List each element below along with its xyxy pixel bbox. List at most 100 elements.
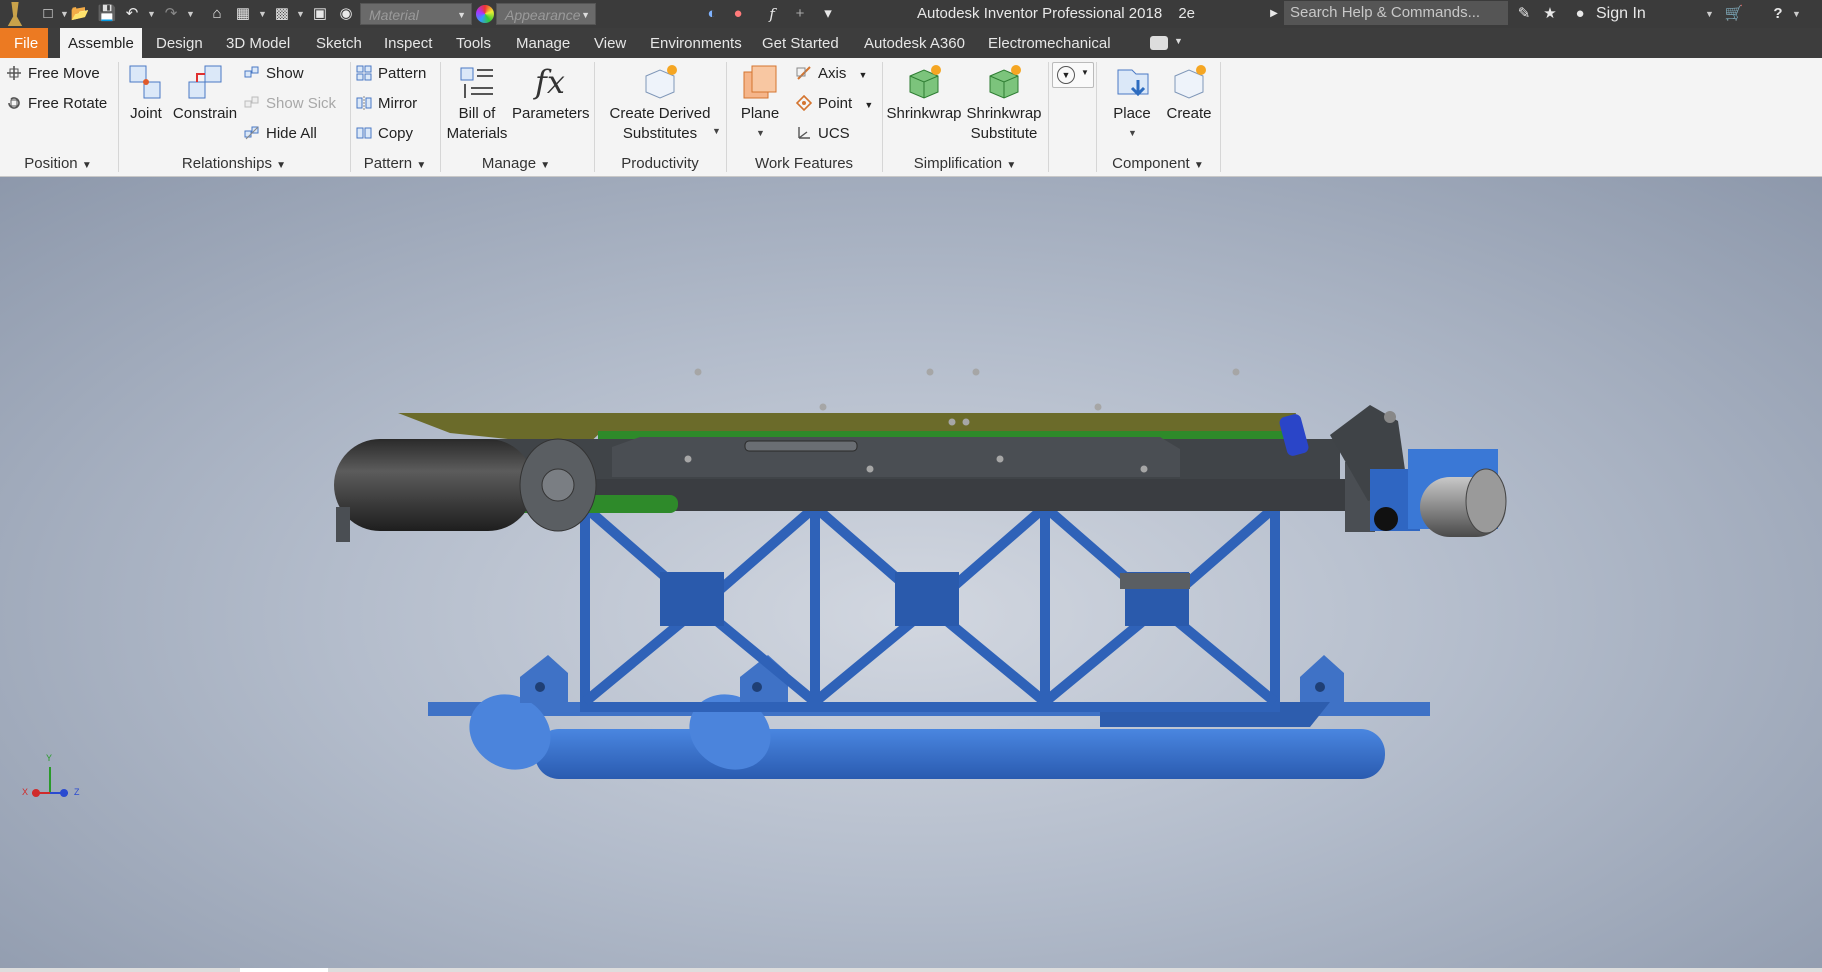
help-icon[interactable]: ? (1768, 4, 1788, 24)
user-icon[interactable]: ● (1570, 4, 1590, 24)
home-icon[interactable]: ⌂ (207, 4, 227, 24)
joint-label: Joint (130, 105, 162, 122)
joint-button[interactable]: Joint (124, 62, 168, 124)
tab-environments[interactable]: Environments (642, 28, 750, 58)
appearance-sphere-icon (476, 5, 494, 23)
panel-separator (350, 62, 351, 172)
cart-icon[interactable]: 🛒 (1724, 4, 1744, 24)
create-derived-substitutes-button[interactable]: Create Derived Substitutes (604, 62, 716, 144)
mirror-button[interactable]: Mirror (356, 92, 417, 116)
view-triad[interactable]: Y X Z (22, 753, 82, 807)
undo-icon[interactable]: ↶ (122, 4, 142, 24)
update-dropdown-icon[interactable]: ▼ (258, 4, 267, 24)
tab-inspect[interactable]: Inspect (376, 28, 440, 58)
iproperties-icon[interactable]: ▣ (310, 4, 330, 24)
plane-dropdown-icon[interactable]: ▼ (756, 128, 765, 138)
parameters-fx-icon[interactable]: f (762, 4, 782, 24)
tab-get-started[interactable]: Get Started (754, 28, 847, 58)
free-move-label: Free Move (28, 65, 100, 82)
axis-icon (796, 66, 811, 80)
sign-in-link[interactable]: Sign In (1596, 0, 1646, 28)
triad-z-label: Z (74, 787, 80, 797)
communication-center-icon[interactable]: ✎ (1514, 4, 1534, 24)
bill-of-materials-button[interactable]: Bill of Materials (442, 62, 512, 144)
panel-manage-label[interactable]: Manage ▼ (442, 154, 590, 174)
derived-dropdown-icon[interactable]: ▼ (712, 126, 721, 136)
select-icon[interactable]: ▩ (272, 4, 292, 24)
tab-electromechanical[interactable]: Electromechanical (980, 28, 1119, 58)
parameters-button[interactable]: fx Parameters (512, 62, 590, 124)
new-icon[interactable]: □ (38, 4, 58, 24)
axis-button[interactable]: Axis ▼ (796, 62, 867, 86)
material-combo[interactable]: Material ▼ (360, 3, 472, 25)
show-sick-button[interactable]: Show Sick (244, 92, 336, 116)
update-icon[interactable]: ▦ (233, 4, 253, 24)
save-icon[interactable]: 💾 (97, 4, 117, 24)
panel-component-label[interactable]: Component ▼ (1098, 154, 1218, 174)
more-tools-dropdown-icon: ▼ (1081, 68, 1089, 77)
panel-relationships-label[interactable]: Relationships ▼ (120, 154, 348, 174)
tab-tools[interactable]: Tools (448, 28, 499, 58)
tab-sketch[interactable]: Sketch (308, 28, 370, 58)
tab-view[interactable]: View (586, 28, 634, 58)
drive-roller[interactable] (334, 438, 597, 542)
customize-qat-icon[interactable]: ▾ (818, 4, 838, 24)
document-tab-indicator[interactable] (240, 968, 328, 972)
tab-assemble[interactable]: Assemble (60, 28, 142, 58)
derived-label-line1: Create Derived (609, 105, 711, 122)
open-icon[interactable]: 📂 (70, 4, 90, 24)
shrinkwrap-button[interactable]: Shrinkwrap (884, 62, 964, 124)
app-logo-icon[interactable] (7, 2, 23, 26)
create-component-button[interactable]: Create (1162, 62, 1216, 124)
axis-dropdown-icon[interactable]: ▼ (859, 70, 868, 80)
ucs-button[interactable]: UCS (796, 122, 850, 146)
measure-icon[interactable]: + (790, 4, 810, 24)
point-dropdown-icon[interactable]: ▼ (864, 100, 873, 110)
help-dropdown-icon[interactable]: ▼ (1792, 4, 1801, 24)
point-button[interactable]: Point ▼ (796, 92, 873, 116)
select-dropdown-icon[interactable]: ▼ (296, 4, 305, 24)
ribbon-display-dropdown-icon[interactable]: ▼ (1174, 36, 1183, 46)
pattern-button[interactable]: Pattern (356, 62, 426, 86)
panel-position-label[interactable]: Position ▼ (0, 154, 116, 174)
free-rotate-button[interactable]: Free Rotate (6, 92, 107, 116)
favorites-icon[interactable]: ★ (1540, 4, 1560, 24)
graphics-viewport[interactable]: Y X Z (0, 177, 1822, 972)
tab-manage[interactable]: Manage (508, 28, 578, 58)
appearance-combo[interactable]: Appearance ▼ (496, 3, 596, 25)
redo-dropdown-icon[interactable]: ▼ (186, 4, 195, 24)
new-dropdown-icon[interactable]: ▼ (60, 4, 69, 24)
adjust-appearance-icon[interactable]: ◐ (702, 4, 722, 24)
copy-button[interactable]: Copy (356, 122, 413, 146)
plane-button[interactable]: Plane (734, 62, 786, 124)
conveyor-assembly-model[interactable] (0, 177, 1822, 972)
ribbon-display-toggle-icon[interactable] (1150, 36, 1168, 50)
tab-file[interactable]: File (0, 28, 48, 58)
place-button[interactable]: Place (1106, 62, 1158, 124)
sign-in-dropdown-icon[interactable]: ▼ (1705, 4, 1714, 24)
panel-simplification-label[interactable]: Simplification ▼ (884, 154, 1046, 174)
design-doctor-icon[interactable]: ◉ (336, 4, 356, 24)
constrain-button[interactable]: Constrain (172, 62, 238, 124)
clear-appearance-icon[interactable]: ● (728, 4, 748, 24)
search-input[interactable]: Search Help & Commands... (1284, 1, 1508, 25)
shrinkwrap-substitute-button[interactable]: Shrinkwrap Substitute (964, 62, 1044, 144)
appearance-dropdown-icon: ▼ (581, 10, 590, 20)
place-dropdown-icon[interactable]: ▼ (1128, 128, 1137, 138)
panel-work-features-label[interactable]: Work Features (728, 154, 880, 174)
hide-all-label: Hide All (266, 125, 317, 142)
search-expand-icon[interactable]: ▶ (1264, 4, 1284, 24)
tab-3d-model[interactable]: 3D Model (218, 28, 298, 58)
create-component-icon (1174, 65, 1206, 99)
free-move-button[interactable]: Free Move (6, 62, 100, 86)
hide-all-button[interactable]: Hide All (244, 122, 317, 146)
shrinkwrap-icon (909, 65, 941, 99)
tab-autodesk-a360[interactable]: Autodesk A360 (856, 28, 973, 58)
more-tools-dropdown[interactable]: ▼ ▼ (1052, 62, 1094, 88)
panel-productivity-label[interactable]: Productivity (596, 154, 724, 174)
tab-design[interactable]: Design (148, 28, 211, 58)
undo-dropdown-icon[interactable]: ▼ (147, 4, 156, 24)
redo-icon[interactable]: ↷ (161, 4, 181, 24)
show-button[interactable]: Show (244, 62, 304, 86)
panel-pattern-label[interactable]: Pattern ▼ (352, 154, 438, 174)
